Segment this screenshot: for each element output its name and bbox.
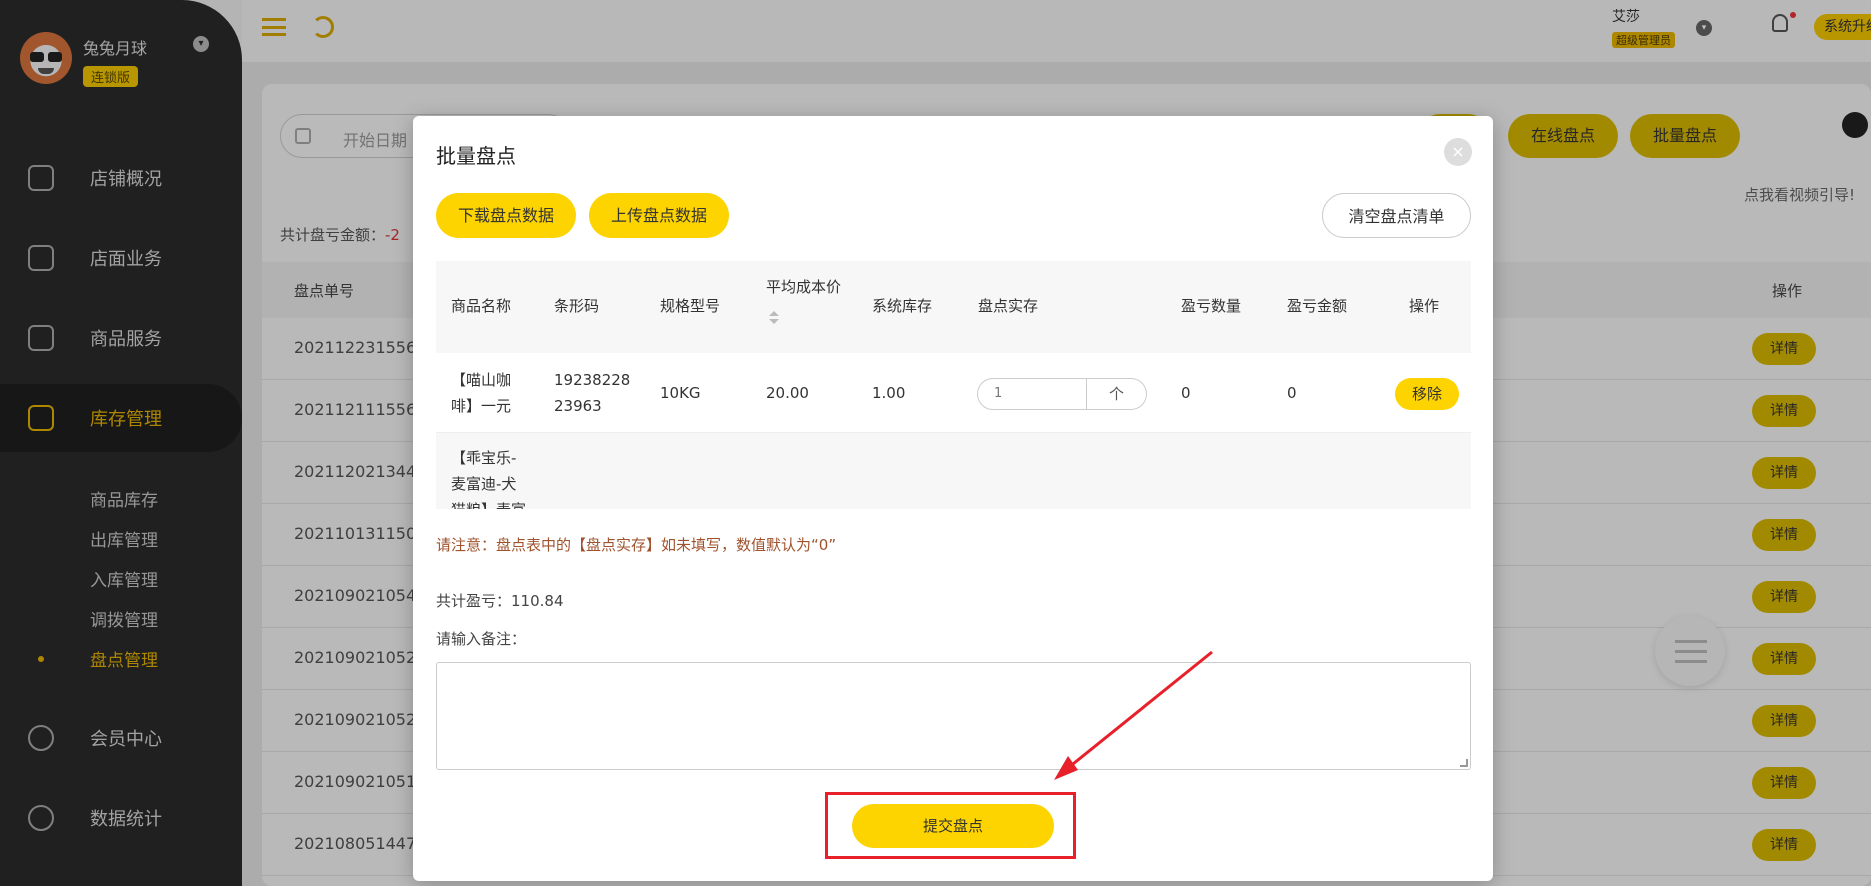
annotation-arrow — [1054, 650, 1213, 780]
